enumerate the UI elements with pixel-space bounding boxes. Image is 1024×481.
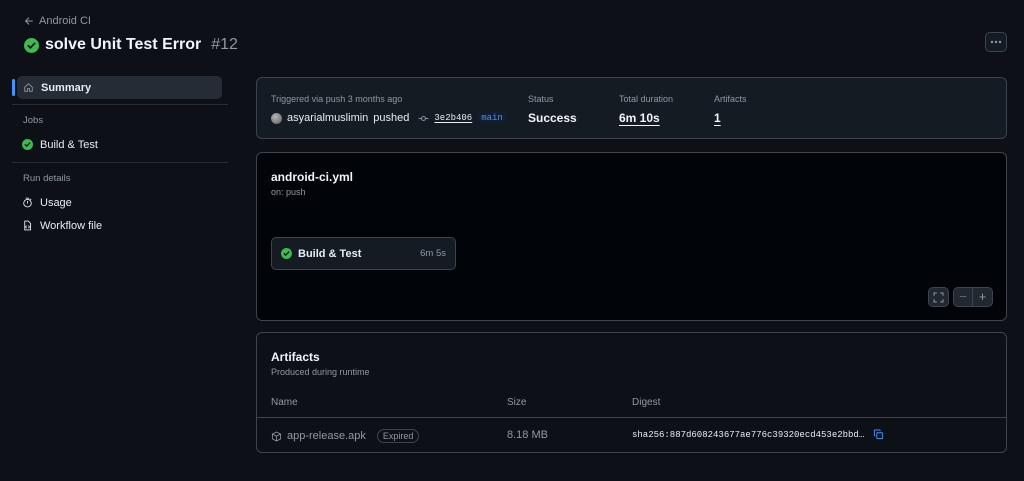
avatar[interactable] xyxy=(271,112,282,124)
workflow-graph: android-ci.yml on: push Build & Test 6m … xyxy=(256,152,1007,321)
workflow-name[interactable]: Android CI xyxy=(39,15,91,27)
status-badge: Expired xyxy=(376,429,420,443)
status-info: Status Success xyxy=(528,94,577,126)
jobs-heading: Jobs xyxy=(23,115,44,126)
sidebar-item-summary[interactable]: Summary xyxy=(12,76,222,99)
artifacts-title: Artifacts xyxy=(271,350,320,364)
trigger-text: Triggered via push 3 months ago xyxy=(271,94,403,104)
stopwatch-icon xyxy=(23,197,32,208)
fullscreen-button[interactable] xyxy=(928,287,949,307)
sidebar-item-label: Build & Test xyxy=(40,138,98,151)
trigger-action: pushed xyxy=(373,112,410,124)
duration-label: Total duration xyxy=(619,94,674,104)
column-header-size: Size xyxy=(507,397,527,408)
sidebar-item-usage[interactable]: Usage xyxy=(12,191,228,214)
home-icon xyxy=(24,83,33,92)
duration-info: Total duration 6m 10s xyxy=(619,94,673,126)
page-title: solve Unit Test Error #12 xyxy=(24,36,1007,54)
check-circle-icon xyxy=(281,248,292,259)
commit-sha-link[interactable]: 3e2b406 xyxy=(434,113,472,123)
run-title: solve Unit Test Error xyxy=(45,36,202,53)
zoom-out-button[interactable]: − xyxy=(954,288,974,306)
zoom-controls: − + xyxy=(953,287,993,307)
artifacts-table-header: Name Size Digest xyxy=(257,389,1006,418)
file-code-icon xyxy=(24,220,32,231)
sidebar-item-build-test[interactable]: Build & Test xyxy=(12,133,228,156)
artifact-digest: sha256:887d608243677ae776c39320ecd453e2b… xyxy=(632,429,865,440)
arrow-left-icon xyxy=(25,17,33,25)
artifacts-count-link[interactable]: 1 xyxy=(714,110,747,126)
check-circle-icon xyxy=(24,37,39,53)
duration-link[interactable]: 6m 10s xyxy=(619,110,673,126)
run-summary-card: Triggered via push 3 months ago asyarial… xyxy=(256,77,1007,139)
fullscreen-icon xyxy=(933,292,944,302)
status-label: Status xyxy=(528,94,554,104)
package-icon xyxy=(271,431,282,441)
divider xyxy=(12,162,228,163)
artifacts-card: Artifacts Produced during runtime Name S… xyxy=(256,332,1007,453)
workflow-trigger: on: push xyxy=(271,187,306,197)
artifact-size: 8.18 MB xyxy=(507,429,548,441)
run-header: Android CI solve Unit Test Error #12 xyxy=(24,14,1007,54)
artifacts-subtitle: Produced during runtime xyxy=(271,367,370,377)
sidebar-item-workflow-file[interactable]: Workflow file xyxy=(12,214,228,237)
artifact-name: app-release.apk xyxy=(287,430,366,442)
sidebar-item-label: Summary xyxy=(41,81,92,94)
column-header-digest: Digest xyxy=(632,397,661,408)
branch-badge[interactable]: main xyxy=(477,112,507,124)
copy-icon[interactable] xyxy=(873,429,884,440)
column-header-name: Name xyxy=(271,397,298,408)
sidebar: Summary Jobs Build & Test Run details Us… xyxy=(12,76,228,237)
artifacts-label: Artifacts xyxy=(714,94,747,104)
run-details-heading: Run details xyxy=(23,173,71,184)
job-duration: 6m 5s xyxy=(420,248,446,259)
git-commit-icon xyxy=(419,115,429,121)
run-number: #12 xyxy=(211,36,238,53)
check-circle-icon xyxy=(22,139,33,150)
trigger-info: Triggered via push 3 months ago asyarial… xyxy=(271,94,507,124)
sidebar-item-label: Usage xyxy=(40,196,72,209)
more-options-button[interactable] xyxy=(985,32,1007,52)
workflow-file-name: android-ci.yml xyxy=(271,170,354,184)
sidebar-item-label: Workflow file xyxy=(40,219,103,232)
table-row: app-release.apk Expired 8.18 MB sha256:8… xyxy=(257,419,1006,452)
back-link[interactable]: Android CI xyxy=(24,14,1007,28)
job-name: Build & Test xyxy=(298,247,362,260)
status-value: Success xyxy=(528,111,577,125)
kebab-icon xyxy=(990,40,1002,44)
artifacts-info: Artifacts 1 xyxy=(714,94,747,126)
job-node-build-test[interactable]: Build & Test 6m 5s xyxy=(271,237,456,270)
actor-name[interactable]: asyarialmuslimin xyxy=(287,112,368,124)
divider xyxy=(12,104,228,105)
zoom-in-button[interactable]: + xyxy=(973,288,992,306)
